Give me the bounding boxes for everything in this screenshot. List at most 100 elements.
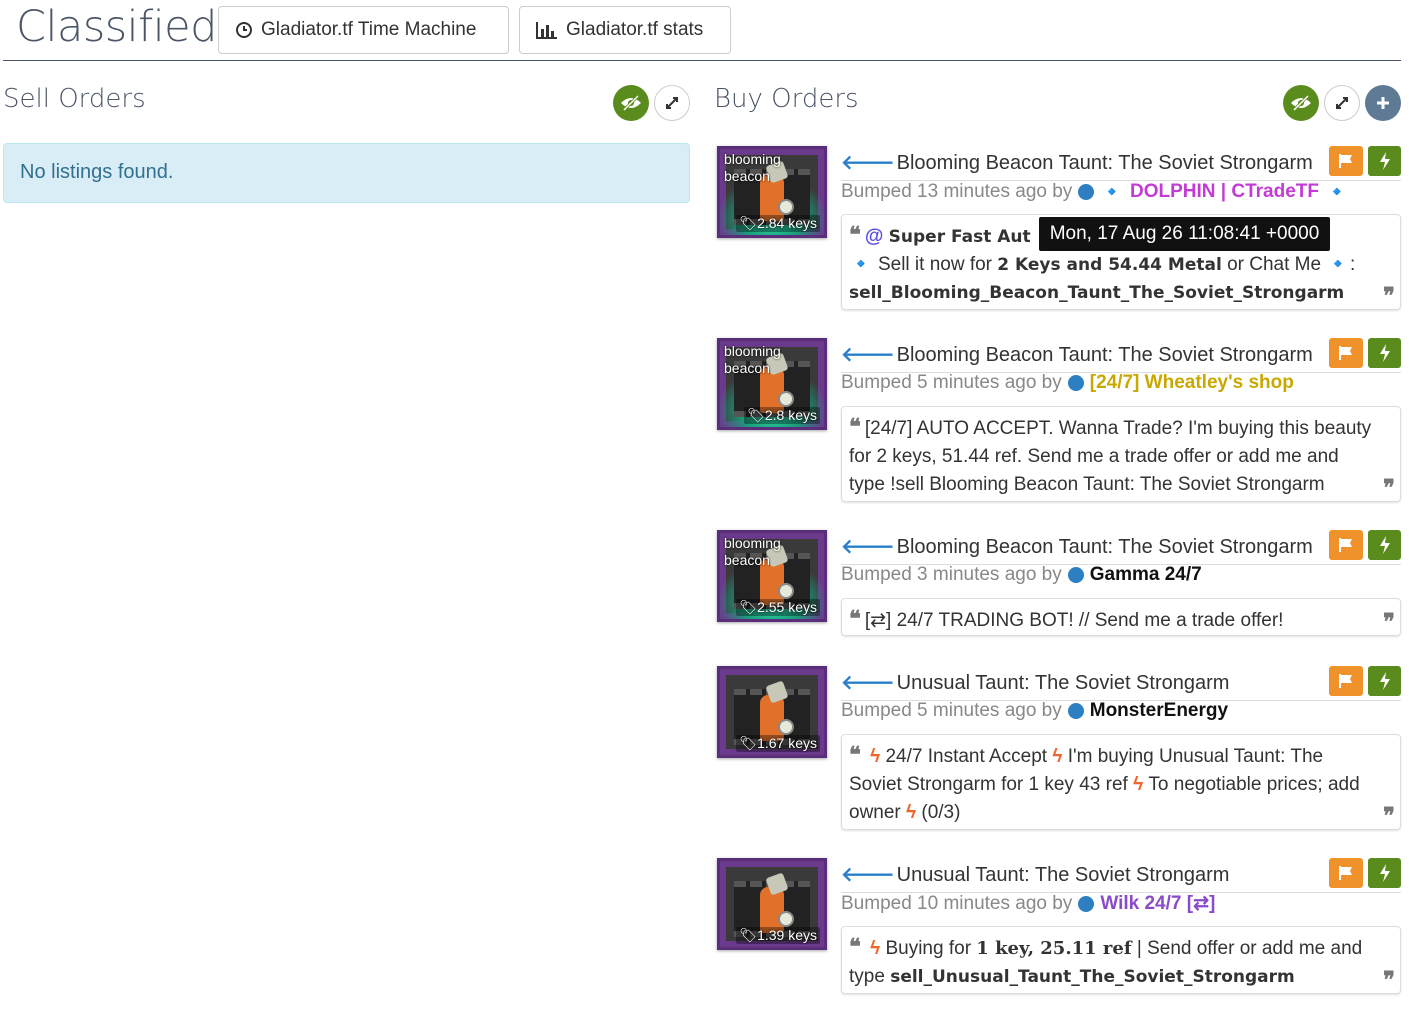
- bump-info: Bumped 5 minutes ago by [24/7] Wheatley'…: [841, 372, 1294, 394]
- diamond-icon: 🔹: [1100, 182, 1124, 203]
- listing: 🏷1.39 keys 🡐 Unusual Taunt: The Soviet St…: [717, 858, 1401, 998]
- user-link[interactable]: DOLPHIN | CTradeTF: [1130, 181, 1319, 203]
- item-thumbnail[interactable]: 🏷1.39 keys: [717, 858, 827, 950]
- effect-name: blooming beacon: [724, 151, 781, 184]
- listing-comment: ❝ ϟ Buying for 1 key, 25.11 ref | Send o…: [841, 926, 1401, 994]
- item-title[interactable]: 🡐 Blooming Beacon Taunt: The Soviet Stron…: [841, 534, 1313, 559]
- listing: 🏷1.67 keys 🡐 Unusual Taunt: The Soviet St…: [717, 666, 1401, 834]
- listing: blooming beacon 🏷2.8 keys 🡐 Blooming Beac…: [717, 338, 1401, 508]
- quote-close-icon: ❞: [1383, 609, 1395, 635]
- bolt-icon: ϟ: [1052, 746, 1063, 767]
- report-button[interactable]: [1329, 530, 1363, 560]
- steam-icon: [1067, 703, 1084, 719]
- item-thumbnail[interactable]: blooming beacon 🏷2.55 keys: [717, 530, 827, 622]
- sell-orders-title: Sell Orders: [3, 84, 146, 114]
- arrow-left-icon: 🡐: [841, 536, 895, 558]
- listing-comment: ❝ [⇄] 24/7 TRADING BOT! // Send me a trad…: [841, 598, 1401, 636]
- buy-orders-title: Buy Orders: [714, 84, 859, 114]
- tag-icon: 🏷: [739, 215, 758, 231]
- item-title[interactable]: 🡐 Blooming Beacon Taunt: The Soviet Stron…: [841, 150, 1313, 175]
- expand-icon: [1336, 97, 1348, 109]
- arrow-left-icon: 🡐: [841, 152, 895, 174]
- page-title: Classifieds: [16, 2, 239, 52]
- instant-trade-button[interactable]: [1368, 666, 1401, 696]
- bolt-icon: [1379, 536, 1390, 554]
- arrow-left-icon: 🡐: [841, 344, 895, 366]
- buy-toggle-visibility-button[interactable]: [1283, 85, 1319, 121]
- buy-expand-button[interactable]: [1324, 85, 1360, 121]
- bolt-icon: [1379, 344, 1390, 362]
- bolt-icon: ϟ: [1133, 774, 1144, 795]
- instant-trade-button[interactable]: [1368, 146, 1401, 176]
- effect-name: blooming beacon: [724, 343, 781, 376]
- item-title[interactable]: 🡐 Blooming Beacon Taunt: The Soviet Stron…: [841, 342, 1313, 367]
- stats-button[interactable]: Gladiator.tf stats: [519, 6, 731, 54]
- item-thumbnail[interactable]: 🏷1.67 keys: [717, 666, 827, 758]
- price-tag: 🏷1.67 keys: [736, 735, 820, 752]
- flag-icon: [1339, 866, 1352, 880]
- item-title[interactable]: 🡐 Unusual Taunt: The Soviet Strongarm: [841, 670, 1229, 695]
- item-title[interactable]: 🡐 Unusual Taunt: The Soviet Strongarm: [841, 862, 1229, 887]
- quote-open-icon: ❝: [849, 606, 861, 632]
- diamond-icon: 🔹: [1326, 254, 1350, 275]
- user-link[interactable]: Wilk 24/7 [⇄]: [1100, 892, 1215, 915]
- tag-icon: 🏷: [747, 407, 765, 423]
- steam-icon: [1067, 567, 1084, 583]
- tag-icon: 🏷: [739, 927, 758, 943]
- price-tag: 🏷2.8 keys: [744, 407, 820, 424]
- user-link[interactable]: MonsterEnergy: [1090, 700, 1228, 722]
- add-buy-order-button[interactable]: [1365, 85, 1401, 121]
- price-tag: 🏷2.84 keys: [736, 215, 820, 232]
- bump-info: Bumped 13 minutes ago by 🔹 DOLPHIN | CTr…: [841, 181, 1349, 203]
- bolt-icon: ϟ: [906, 802, 917, 823]
- quote-open-icon: ❝: [849, 934, 861, 960]
- quote-open-icon: ❝: [849, 222, 861, 248]
- item-thumbnail[interactable]: blooming beacon 🏷2.84 keys: [717, 146, 827, 238]
- eye-slash-icon: [1291, 95, 1311, 111]
- stats-label: Gladiator.tf stats: [566, 19, 704, 40]
- report-button[interactable]: [1329, 858, 1363, 888]
- bolt-icon: [1379, 864, 1390, 882]
- report-button[interactable]: [1329, 146, 1363, 176]
- diamond-icon: 🔹: [849, 254, 873, 275]
- flag-icon: [1339, 346, 1352, 360]
- header-divider: [3, 60, 1401, 61]
- bolt-icon: [1379, 152, 1390, 170]
- time-machine-button[interactable]: Gladiator.tf Time Machine: [218, 6, 509, 54]
- price-tag: 🏷1.39 keys: [736, 927, 820, 944]
- no-listings-alert: No listings found.: [3, 143, 690, 203]
- steam-icon: [1078, 184, 1095, 200]
- clock-icon: [236, 22, 252, 38]
- quote-close-icon: ❞: [1383, 283, 1395, 309]
- steam-icon: [1078, 895, 1095, 912]
- eye-slash-icon: [621, 95, 641, 111]
- user-link[interactable]: [24/7] Wheatley's shop: [1090, 372, 1294, 394]
- sell-toggle-visibility-button[interactable]: [613, 85, 649, 121]
- flag-icon: [1339, 538, 1352, 552]
- time-machine-label: Gladiator.tf Time Machine: [261, 19, 477, 40]
- listing: blooming beacon 🏷2.55 keys 🡐 Blooming Bea…: [717, 530, 1401, 640]
- bolt-icon: ϟ: [870, 746, 881, 767]
- arrow-left-icon: 🡐: [841, 864, 895, 886]
- report-button[interactable]: [1329, 666, 1363, 696]
- bar-chart-icon: [536, 22, 557, 39]
- listing-comment: ❝ ϟ 24/7 Instant Accept ϟ I'm buying Unu…: [841, 734, 1401, 830]
- tag-icon: 🏷: [739, 599, 758, 615]
- report-button[interactable]: [1329, 338, 1363, 368]
- quote-open-icon: ❝: [849, 742, 861, 768]
- header: Classifieds Gladiator.tf Time Machine Gl…: [0, 0, 1409, 61]
- sell-expand-button[interactable]: [654, 85, 690, 121]
- item-thumbnail[interactable]: blooming beacon 🏷2.8 keys: [717, 338, 827, 430]
- diamond-icon: 🔹: [1324, 182, 1349, 203]
- instant-trade-button[interactable]: [1368, 858, 1401, 888]
- listing-comment: ❝ [24/7] AUTO ACCEPT. Wanna Trade? I'm bu…: [841, 406, 1401, 502]
- flag-icon: [1339, 674, 1352, 688]
- bump-info: Bumped 10 minutes ago by Wilk 24/7 [⇄]: [841, 892, 1216, 915]
- arrow-left-icon: 🡐: [841, 672, 895, 694]
- instant-trade-button[interactable]: [1368, 338, 1401, 368]
- user-link[interactable]: Gamma 24/7: [1090, 564, 1202, 586]
- quote-close-icon: ❞: [1383, 475, 1395, 501]
- quote-close-icon: ❞: [1383, 803, 1395, 829]
- instant-trade-button[interactable]: [1368, 530, 1401, 560]
- bolt-icon: ϟ: [870, 938, 881, 959]
